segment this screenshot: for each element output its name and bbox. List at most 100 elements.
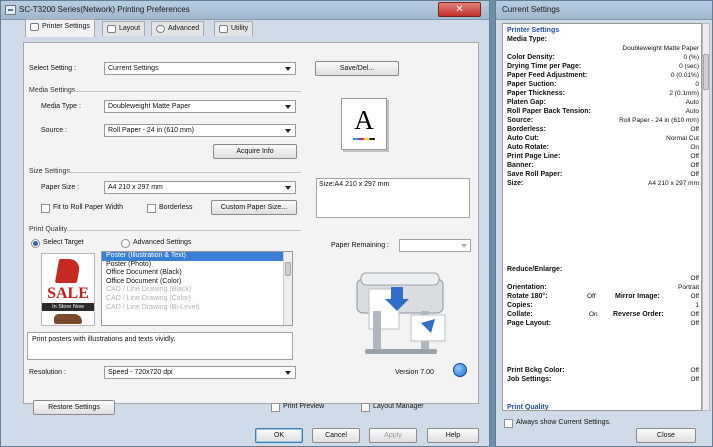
size-summary-field: Size:A4 210 x 297 mm xyxy=(316,178,470,218)
setting-key: Roll Paper Back Tension: xyxy=(507,108,591,115)
setting-key: Media Type: xyxy=(507,36,547,43)
settings-scrollbar[interactable] xyxy=(702,23,710,411)
list-item[interactable]: CAD / Line Drawing (Bi-Level) xyxy=(102,304,292,313)
close-window-button[interactable]: ✕ xyxy=(438,2,481,17)
setting-key: Save Roll Paper: xyxy=(507,171,563,178)
setting-key: Paper Feed Adjustment: xyxy=(507,72,588,79)
list-item[interactable]: Poster (Illustration & Text) xyxy=(102,252,292,261)
setting-key: Mirror Image: xyxy=(615,293,660,300)
in-store-banner: In Store Now xyxy=(42,303,94,311)
list-item[interactable]: CAD / Line Drawing (Color) xyxy=(102,295,292,304)
borderless-checkbox[interactable] xyxy=(147,204,156,213)
setting-key: Page Layout: xyxy=(507,320,551,327)
setting-value: On xyxy=(589,311,598,318)
sale-text: SALE xyxy=(47,285,89,302)
list-item[interactable]: Office Document (Black) xyxy=(102,269,292,278)
setting-row: Platen Gap: Auto xyxy=(507,99,699,107)
setting-key: Auto Rotate: xyxy=(507,144,549,151)
print-preview-label: Print Preview xyxy=(283,403,325,410)
setting-key: Drying Time per Page: xyxy=(507,63,582,70)
media-type-value: Doubleweight Matte Paper xyxy=(108,103,191,110)
list-item[interactable]: Office Document (Color) xyxy=(102,278,292,287)
setting-key: Auto Cut: xyxy=(507,135,539,142)
acquire-info-button[interactable]: Acquire Info xyxy=(213,144,297,159)
setting-row: Size: A4 210 x 297 mm xyxy=(507,180,699,188)
source-dropdown[interactable]: Roll Paper - 24 in (610 mm) xyxy=(104,124,296,137)
setting-key: Platen Gap: xyxy=(507,99,546,106)
close-button[interactable]: Close xyxy=(636,428,696,443)
setting-row: Paper Suction: 0 xyxy=(507,81,699,89)
select-setting-value: Current Settings xyxy=(108,65,159,72)
shoe-icon xyxy=(54,314,82,324)
title-bar[interactable]: Current Settings xyxy=(496,1,712,20)
setting-value: Auto xyxy=(685,99,699,106)
save-del-button[interactable]: Save/Del... xyxy=(315,61,399,76)
advanced-settings-radio[interactable] xyxy=(121,239,130,248)
apply-button[interactable]: Apply xyxy=(369,428,417,443)
paper-preview: A xyxy=(341,98,387,150)
section-printer-settings: Printer Settings xyxy=(507,27,560,34)
setting-row: Media Type: xyxy=(507,36,699,44)
resolution-value: Speed - 720x720 dpi xyxy=(108,369,173,376)
quality-description-text: Print posters with illustrations and tex… xyxy=(32,336,176,343)
print-preview-checkbox[interactable] xyxy=(271,403,280,412)
setting-row: Copies: 1 xyxy=(507,302,699,310)
setting-key: Paper Suction: xyxy=(507,81,557,88)
setting-row: Save Roll Paper: Off xyxy=(507,171,699,179)
help-button[interactable]: Help xyxy=(427,428,479,443)
chevron-down-icon xyxy=(285,67,291,71)
divider xyxy=(67,172,301,173)
setting-row: Source: Roll Paper - 24 in (610 mm) xyxy=(507,117,699,125)
tab-printer-settings[interactable]: Printer Settings xyxy=(25,19,95,37)
resolution-dropdown[interactable]: Speed - 720x720 dpi xyxy=(104,366,296,379)
setting-value: 0 (%) xyxy=(683,54,699,61)
tab-advanced[interactable]: Advanced xyxy=(151,21,205,36)
layout-manager-checkbox[interactable] xyxy=(361,403,370,412)
setting-value: Auto xyxy=(685,108,699,115)
list-item[interactable]: CAD / Line Drawing (Black) xyxy=(102,286,292,295)
restore-settings-button[interactable]: Restore Settings xyxy=(33,400,115,415)
printer-illustration xyxy=(356,272,446,354)
setting-row: Page Layout: Off xyxy=(507,320,699,328)
select-target-radio[interactable] xyxy=(31,239,40,248)
current-settings-pane: Printer Settings Media Type: Doubleweigh… xyxy=(502,23,702,411)
setting-value: Off xyxy=(690,162,699,169)
scrollbar-thumb[interactable] xyxy=(703,54,709,90)
setting-value: Off xyxy=(690,153,699,160)
fit-roll-width-label: Fit to Roll Paper Width xyxy=(53,204,124,211)
divider xyxy=(67,230,301,231)
paper-size-label: Paper Size : xyxy=(41,184,80,191)
setting-value: Normal Cut xyxy=(666,135,699,142)
tab-utility[interactable]: Utility xyxy=(214,21,254,36)
title-bar[interactable]: SC-T3200 Series(Network) Printing Prefer… xyxy=(1,1,489,20)
custom-paper-size-button[interactable]: Custom Paper Size... xyxy=(211,200,297,215)
print-target-list[interactable]: Poster (Illustration & Text) Poster (Phot… xyxy=(101,251,293,326)
select-setting-dropdown[interactable]: Current Settings xyxy=(104,62,296,75)
list-scrollbar[interactable] xyxy=(283,252,292,325)
setting-key: Print Bckg Color: xyxy=(507,367,565,374)
color-bar xyxy=(353,138,375,140)
source-label: Source : xyxy=(41,127,68,134)
setting-value: 0 xyxy=(695,81,699,88)
paper-size-dropdown[interactable]: A4 210 x 297 mm xyxy=(104,181,296,194)
setting-key: Color Density: xyxy=(507,54,555,61)
setting-row: Banner: Off xyxy=(507,162,699,170)
setting-key: Size: xyxy=(507,180,524,187)
advanced-icon xyxy=(156,25,165,33)
fit-roll-width-checkbox[interactable] xyxy=(41,204,50,213)
setting-key: Rotate 180°: xyxy=(507,293,548,300)
cancel-button[interactable]: Cancel xyxy=(312,428,360,443)
ok-button[interactable]: OK xyxy=(255,428,303,443)
setting-key: Orientation: xyxy=(507,284,547,291)
media-type-dropdown[interactable]: Doubleweight Matte Paper xyxy=(104,100,296,113)
list-item[interactable]: Poster (Photo) xyxy=(102,261,292,270)
setting-key: Paper Thickness: xyxy=(507,90,565,97)
paper-remaining-dropdown[interactable] xyxy=(399,239,471,252)
setting-row: Job Settings: Off xyxy=(507,376,699,384)
setting-value: Off xyxy=(690,376,699,383)
section-print-quality: Print Quality xyxy=(507,404,549,411)
scrollbar-thumb[interactable] xyxy=(285,262,291,276)
tab-layout[interactable]: Layout xyxy=(102,21,146,36)
globe-icon[interactable] xyxy=(453,363,467,377)
always-show-checkbox[interactable] xyxy=(504,419,513,428)
